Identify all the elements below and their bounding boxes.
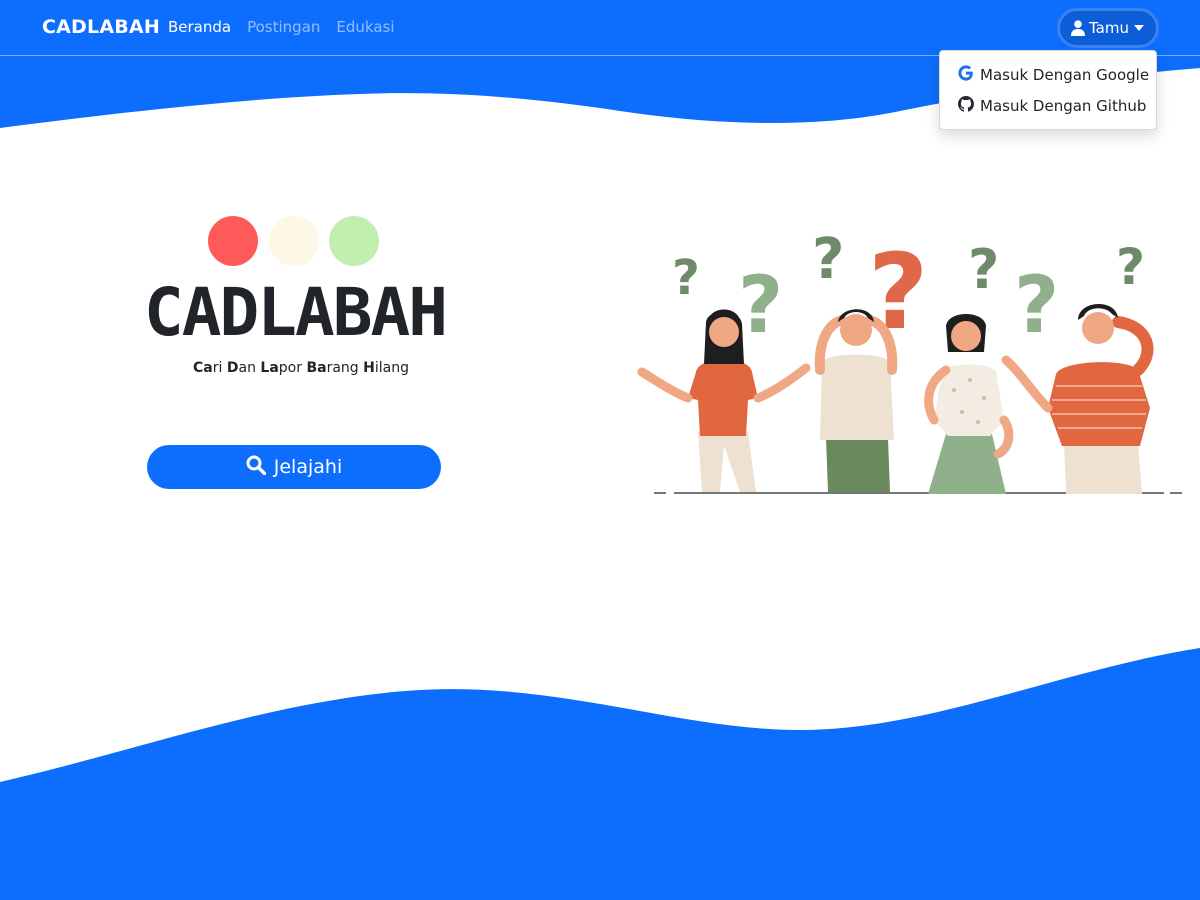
login-github-item[interactable]: Masuk Dengan Github (958, 94, 1146, 118)
subtitle-rest-4: rang (326, 360, 364, 376)
svg-text:?: ? (738, 261, 783, 351)
svg-text:?: ? (1014, 261, 1059, 351)
hero-title: CADLABAH (144, 274, 448, 351)
explore-button-label: Jelajahi (273, 456, 343, 478)
user-icon (1071, 20, 1085, 36)
subtitle-rest-3: por (278, 360, 307, 376)
user-dropdown-menu: Masuk Dengan Google Masuk Dengan Github (939, 50, 1157, 130)
svg-text:?: ? (812, 227, 844, 292)
nav-link-postingan[interactable]: Postingan (247, 18, 320, 36)
subtitle-bold-5: H (363, 360, 375, 376)
nav-link-edukasi[interactable]: Edukasi (336, 18, 394, 36)
nav-links: Beranda Postingan Edukasi (168, 18, 395, 36)
subtitle-bold-3: La (260, 360, 279, 376)
subtitle-bold-1: Ca (193, 360, 213, 376)
dot-cream (269, 216, 319, 266)
dot-red (208, 216, 258, 266)
login-google-item[interactable]: Masuk Dengan Google (958, 63, 1149, 87)
brand-logo[interactable]: CADLABAH (42, 16, 160, 38)
subtitle-bold-4: Ba (306, 360, 327, 376)
svg-text:?: ? (672, 250, 700, 306)
login-github-label: Masuk Dengan Github (980, 97, 1147, 115)
user-menu-button[interactable]: Tamu (1057, 8, 1159, 48)
subtitle-rest-2: an (238, 360, 261, 376)
bottom-wave-decoration (0, 648, 1200, 900)
svg-text:?: ? (1116, 238, 1145, 296)
user-menu-label: Tamu (1089, 19, 1129, 37)
nav-link-beranda[interactable]: Beranda (168, 18, 231, 36)
explore-button[interactable]: Jelajahi (147, 445, 441, 489)
google-icon (958, 65, 974, 85)
subtitle-rest-5: ilang (374, 360, 409, 376)
svg-text:?: ? (868, 231, 928, 353)
hero-subtitle: Cari Dan Lapor Barang Hilang (108, 360, 494, 376)
login-google-label: Masuk Dengan Google (980, 66, 1150, 84)
search-icon (246, 455, 266, 480)
navbar: CADLABAH Beranda Postingan Edukasi Tamu (0, 0, 1200, 56)
caret-down-icon (1133, 24, 1145, 32)
subtitle-bold-2: D (226, 360, 239, 376)
subtitle-rest-1: ri (212, 360, 227, 376)
confused-people-illustration: ? ? ? ? ? ? ? (637, 227, 1182, 494)
svg-text:?: ? (968, 238, 999, 301)
github-icon (958, 96, 974, 116)
dot-green (329, 216, 379, 266)
